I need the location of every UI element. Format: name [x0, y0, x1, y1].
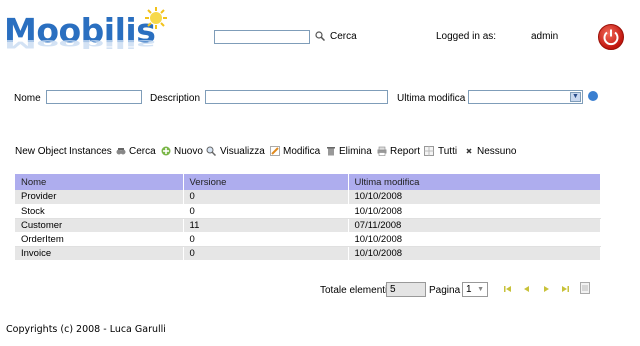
table-row[interactable]: Customer 11 07/11/2008 [15, 218, 601, 233]
cell-versione: 0 [183, 232, 349, 247]
logo-reflection: Moobilis [4, 37, 156, 52]
nuovo-button[interactable]: Nuovo [174, 146, 203, 157]
cell-ultima-modifica: 10/10/2008 [348, 204, 601, 219]
first-page-icon[interactable] [504, 285, 512, 293]
table-row[interactable]: Provider 0 10/10/2008 [15, 190, 601, 205]
modifica-button[interactable]: Modifica [283, 146, 320, 157]
cell-versione: 0 [183, 190, 349, 205]
cell-ultima-modifica: 10/10/2008 [348, 190, 601, 205]
cell-nome: Invoice [15, 246, 184, 261]
add-icon [161, 146, 171, 156]
logged-in-label: Logged in as: [436, 31, 497, 42]
next-page-icon[interactable] [542, 285, 550, 293]
filter-description-input[interactable] [205, 90, 388, 104]
pencil-icon [270, 146, 280, 156]
nessuno-button[interactable]: Nessuno [477, 146, 516, 157]
magnifier-icon [206, 146, 216, 156]
deselect-icon [466, 148, 472, 154]
trash-icon [327, 147, 335, 156]
select-all-icon [424, 146, 434, 156]
column-header-ultima-modifica[interactable]: Ultima modifica [348, 174, 601, 190]
page-label: Pagina [429, 285, 461, 296]
moobilis-logo: Moobilis Moobilis [4, 4, 167, 62]
instances-link[interactable]: Instances [69, 146, 112, 157]
username: admin [531, 31, 559, 42]
printer-icon [377, 146, 387, 156]
cell-versione: 0 [183, 204, 349, 219]
instances-table: Nome Versione Ultima modifica Provider 0… [15, 174, 601, 261]
chevron-down-icon: ▼ [477, 286, 484, 293]
elimina-button[interactable]: Elimina [339, 146, 372, 157]
total-elements-label: Totale elementi [320, 285, 388, 296]
refresh-icon[interactable] [588, 91, 598, 101]
previous-page-icon[interactable] [523, 285, 531, 293]
filter-description-label: Description [150, 93, 201, 104]
copyright-text: Copyrights (c) 2008 - Luca Garulli [6, 324, 166, 335]
cell-ultima-modifica: 07/11/2008 [348, 218, 601, 233]
cell-ultima-modifica: 10/10/2008 [348, 232, 601, 247]
page-select[interactable]: 1 ▼ [462, 282, 488, 297]
power-icon [603, 29, 619, 46]
table-header-row: Nome Versione Ultima modifica [15, 174, 601, 190]
binoculars-icon [116, 148, 126, 155]
report-button[interactable]: Report [390, 146, 420, 157]
cerca-button[interactable]: Cerca [129, 146, 156, 157]
table-row[interactable]: OrderItem 0 10/10/2008 [15, 232, 601, 247]
tutti-button[interactable]: Tutti [438, 146, 457, 157]
cell-nome: OrderItem [15, 232, 184, 247]
column-header-versione[interactable]: Versione [183, 174, 349, 190]
header-search-input[interactable] [214, 30, 310, 44]
cell-versione: 11 [183, 218, 349, 233]
logout-button[interactable] [598, 24, 624, 50]
cell-versione: 0 [183, 246, 349, 261]
filter-ultima-modifica-select[interactable]: ▼ [468, 90, 583, 104]
header-search-link[interactable]: Cerca [330, 31, 357, 42]
sun-icon [145, 7, 167, 29]
table-row[interactable]: Invoice 0 10/10/2008 [15, 246, 601, 261]
export-icon[interactable] [580, 282, 590, 294]
search-icon[interactable] [315, 31, 325, 41]
last-page-icon[interactable] [561, 285, 569, 293]
cell-nome: Provider [15, 190, 184, 205]
total-elements-value: 5 [386, 282, 426, 297]
visualizza-button[interactable]: Visualizza [220, 146, 265, 157]
column-header-nome[interactable]: Nome [15, 174, 184, 190]
filter-nome-input[interactable] [46, 90, 142, 104]
filter-nome-label: Nome [14, 93, 41, 104]
filter-ultima-modifica-label: Ultima modifica [397, 93, 466, 104]
new-object-link[interactable]: New Object [15, 146, 67, 157]
cell-ultima-modifica: 10/10/2008 [348, 246, 601, 261]
table-row[interactable]: Stock 0 10/10/2008 [15, 204, 601, 219]
chevron-down-icon: ▼ [570, 92, 581, 102]
cell-nome: Customer [15, 218, 184, 233]
cell-nome: Stock [15, 204, 184, 219]
